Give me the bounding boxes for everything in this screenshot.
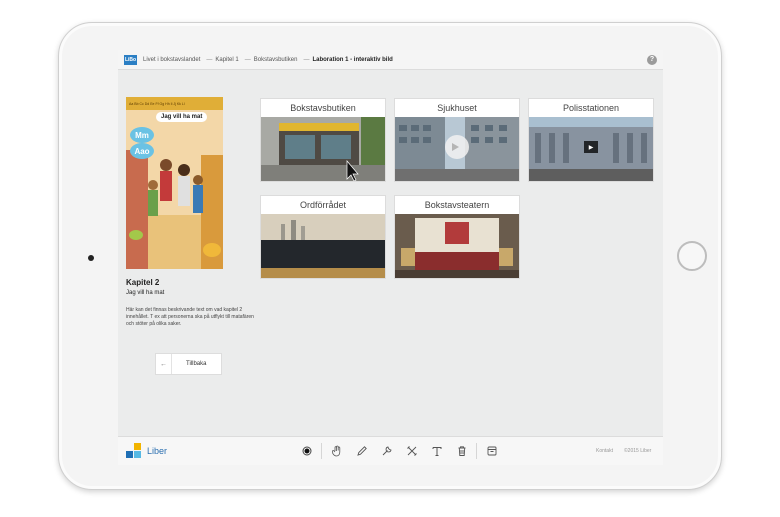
liber-logo-mark bbox=[126, 443, 142, 459]
chapter-description: Här kan det finnas beskrivande text om v… bbox=[126, 307, 254, 327]
help-button[interactable]: ? bbox=[647, 54, 657, 65]
archive-icon[interactable] bbox=[479, 442, 504, 460]
breadcrumb-item[interactable]: Livet i bokstavslandet bbox=[143, 57, 200, 63]
liber-logo-text: Liber bbox=[147, 446, 168, 456]
card-sjukhuset[interactable]: Sjukhuset bbox=[394, 98, 520, 182]
card-image bbox=[261, 214, 385, 278]
breadcrumb-item[interactable]: Bokstavsbutiken bbox=[254, 57, 298, 63]
breadcrumb-current: Laboration 1 - interaktiv bild bbox=[312, 56, 393, 63]
app-screen: LiBo Livet i bokstavslandet — Kapitel 1 … bbox=[118, 50, 663, 465]
card-bokstavsbutiken[interactable]: Bokstavsbutiken bbox=[260, 98, 386, 182]
breadcrumb-item[interactable]: Kapitel 1 bbox=[215, 57, 238, 63]
card-image bbox=[261, 117, 385, 181]
breadcrumb-separator: — bbox=[303, 56, 310, 63]
breadcrumb-separator: — bbox=[244, 56, 251, 63]
record-icon[interactable] bbox=[294, 442, 319, 460]
cover-speech-bubble: Jag vill ha mat bbox=[156, 112, 208, 122]
tool-group bbox=[294, 442, 504, 460]
breadcrumb: LiBo Livet i bokstavslandet — Kapitel 1 … bbox=[118, 50, 663, 70]
card-polisstationen[interactable]: Polisstationen ▶ bbox=[528, 98, 654, 182]
play-icon[interactable]: ▶ bbox=[584, 141, 598, 153]
card-title: Polisstationen bbox=[562, 103, 620, 113]
copyright-text: ©2015 Liber bbox=[624, 448, 652, 454]
card-bokstavsteatern[interactable]: Bokstavsteatern bbox=[394, 195, 520, 279]
back-button-label: Tillbaka bbox=[186, 361, 207, 367]
card-title: Ordförrådet bbox=[299, 200, 347, 210]
toolbar-divider bbox=[321, 443, 322, 459]
card-image bbox=[395, 117, 519, 181]
home-button[interactable] bbox=[677, 241, 707, 271]
bottom-toolbar: Liber Kontakt ©2015 Liber bbox=[118, 436, 663, 465]
pencil-icon[interactable] bbox=[349, 442, 374, 460]
chapter-cover-image[interactable]: Aa Bb Cc Dd Ee Ff Gg Hh Ii Jj Kk Ll Jag … bbox=[126, 97, 223, 269]
text-icon[interactable] bbox=[424, 442, 449, 460]
card-image: ▶ bbox=[529, 117, 653, 181]
hand-icon[interactable] bbox=[324, 442, 349, 460]
wrench-icon[interactable] bbox=[374, 442, 399, 460]
app-logo[interactable]: LiBo bbox=[124, 54, 137, 65]
cover-alphabet-strip: Aa Bb Cc Dd Ee Ff Gg Hh Ii Jj Kk Ll bbox=[126, 97, 223, 110]
arrow-left-icon: ← bbox=[156, 354, 172, 374]
liber-logo[interactable]: Liber bbox=[126, 443, 167, 459]
breadcrumb-separator: — bbox=[206, 56, 213, 63]
back-button[interactable]: ← Tillbaka bbox=[155, 353, 222, 375]
card-title: Bokstavsteatern bbox=[424, 200, 490, 210]
card-title: Sjukhuset bbox=[437, 103, 477, 113]
cover-letter-badge: Aao bbox=[130, 143, 154, 159]
card-title: Bokstavsbutiken bbox=[290, 103, 356, 113]
tools-icon[interactable] bbox=[399, 442, 424, 460]
trash-icon[interactable] bbox=[449, 442, 474, 460]
contact-link[interactable]: Kontakt bbox=[596, 448, 613, 454]
chapter-subtitle: Jag vill ha mat bbox=[126, 290, 165, 296]
toolbar-divider bbox=[476, 443, 477, 459]
card-image bbox=[395, 214, 519, 278]
cover-letter-badge: Mm bbox=[130, 127, 154, 143]
camera bbox=[88, 255, 94, 261]
chapter-title: Kapitel 2 bbox=[126, 278, 160, 287]
card-ordforradet[interactable]: Ordförrådet bbox=[260, 195, 386, 279]
